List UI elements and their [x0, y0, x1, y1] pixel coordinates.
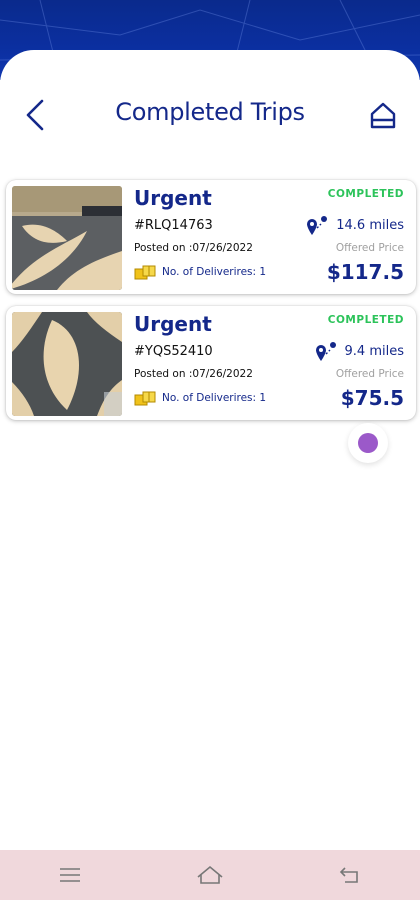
system-nav-bar [0, 850, 420, 900]
package-icon [134, 265, 156, 280]
trip-card[interactable]: Urgent #RLQ14763 Posted on :07/26/2022 N… [6, 180, 416, 294]
trip-order-id: #RLQ14763 [134, 218, 213, 233]
route-pin-icon [307, 216, 328, 235]
route-pin-icon [315, 342, 336, 361]
nav-back-button[interactable] [320, 855, 380, 895]
trip-posted-date: Posted on :07/26/2022 [134, 242, 253, 254]
trip-price: $117.5 [326, 260, 404, 284]
trip-deliveries: No. of Deliverires: 1 [134, 264, 266, 280]
trip-deliveries-label: No. of Deliverires: 1 [162, 392, 267, 404]
trip-photo [12, 186, 122, 290]
trip-posted-date: Posted on :07/26/2022 [134, 368, 253, 380]
app-header: Completed Trips [0, 90, 420, 140]
trip-card[interactable]: Urgent #YQS52410 Posted on :07/26/2022 N… [6, 306, 416, 420]
nav-menu-button[interactable] [40, 855, 100, 895]
home-outline-icon [197, 865, 223, 884]
trip-priority: Urgent [134, 312, 212, 336]
trip-distance: 9.4 miles [315, 340, 404, 362]
offered-price-label: Offered Price [335, 242, 404, 254]
trip-distance-value: 14.6 miles [336, 217, 404, 233]
trip-photo [12, 312, 122, 416]
trip-deliveries-label: No. of Deliverires: 1 [162, 266, 267, 278]
back-arrow-icon [339, 867, 358, 883]
status-badge: COMPLETED [327, 314, 404, 326]
package-icon [134, 391, 156, 406]
status-badge: COMPLETED [327, 188, 404, 200]
trip-distance-value: 9.4 miles [344, 343, 404, 359]
trip-priority: Urgent [134, 186, 212, 210]
home-button[interactable] [366, 98, 400, 132]
offered-price-label: Offered Price [335, 368, 404, 380]
trip-price: $75.5 [340, 386, 404, 410]
floating-action-button[interactable] [348, 423, 388, 463]
nav-home-button[interactable] [180, 855, 240, 895]
trip-deliveries: No. of Deliverires: 1 [134, 390, 266, 406]
purple-dot-icon [358, 433, 378, 453]
menu-icon [60, 868, 80, 882]
trip-distance: 14.6 miles [306, 214, 404, 236]
trip-order-id: #YQS52410 [134, 344, 213, 359]
page-title: Completed Trips [115, 98, 305, 126]
home-icon [370, 102, 396, 129]
